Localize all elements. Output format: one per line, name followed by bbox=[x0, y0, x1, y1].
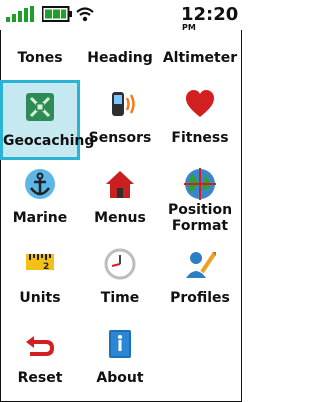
tile-label: Sensors bbox=[88, 130, 152, 146]
tile-reset[interactable]: Reset bbox=[0, 320, 80, 400]
tile-label-line2: Format bbox=[171, 218, 229, 234]
tile-label: Units bbox=[19, 290, 61, 306]
tile-label-line1: Position bbox=[167, 202, 233, 218]
tile-label: Altimeter bbox=[162, 50, 238, 66]
tile-about[interactable]: About bbox=[80, 320, 160, 400]
units-icon: 2 bbox=[26, 254, 54, 272]
fitness-icon bbox=[186, 90, 214, 117]
svg-text:2: 2 bbox=[43, 262, 49, 272]
position-format-icon bbox=[184, 168, 216, 200]
tile-label: About bbox=[96, 370, 144, 386]
tile-fitness[interactable]: Fitness bbox=[160, 80, 240, 160]
tile-label: Menus bbox=[94, 210, 146, 226]
clock: 12:20PM bbox=[181, 6, 242, 42]
tile-geocaching[interactable]: Geocaching bbox=[0, 80, 95, 160]
about-icon bbox=[109, 330, 131, 358]
wifi-icon bbox=[76, 7, 94, 22]
status-bar: 12:20PM bbox=[0, 0, 242, 32]
tile-units[interactable]: 2 Units bbox=[0, 240, 80, 320]
tile-time[interactable]: Time bbox=[80, 240, 160, 320]
tile-label: Tones bbox=[17, 50, 63, 66]
tile-label: Reset bbox=[17, 370, 63, 386]
signal-icon bbox=[6, 6, 34, 22]
tile-label: Marine bbox=[12, 210, 68, 226]
tile-marine[interactable]: Marine bbox=[0, 160, 80, 240]
tile-label: Heading bbox=[87, 50, 153, 66]
tile-label: Fitness bbox=[171, 130, 229, 146]
sensors-icon bbox=[112, 92, 135, 116]
tile-position-format[interactable]: Position Format bbox=[160, 160, 240, 240]
geocaching-icon bbox=[26, 93, 54, 121]
time-icon bbox=[104, 248, 136, 280]
battery-icon bbox=[42, 6, 72, 22]
reset-icon bbox=[26, 336, 55, 356]
marine-icon bbox=[25, 169, 55, 199]
settings-grid: Tones Heading Altimeter Geocaching Senso… bbox=[0, 0, 242, 402]
tile-label: Geocaching bbox=[3, 133, 95, 149]
tile-label: Time bbox=[100, 290, 140, 306]
tile-profiles[interactable]: Profiles bbox=[160, 240, 240, 320]
clock-time: 12:20 bbox=[181, 4, 239, 25]
menus-icon bbox=[106, 171, 134, 198]
profiles-icon bbox=[186, 252, 216, 278]
tile-sensors[interactable]: Sensors bbox=[80, 80, 160, 160]
tile-menus[interactable]: Menus bbox=[80, 160, 160, 240]
tile-label: Profiles bbox=[170, 290, 230, 306]
clock-ampm: PM bbox=[182, 23, 196, 32]
